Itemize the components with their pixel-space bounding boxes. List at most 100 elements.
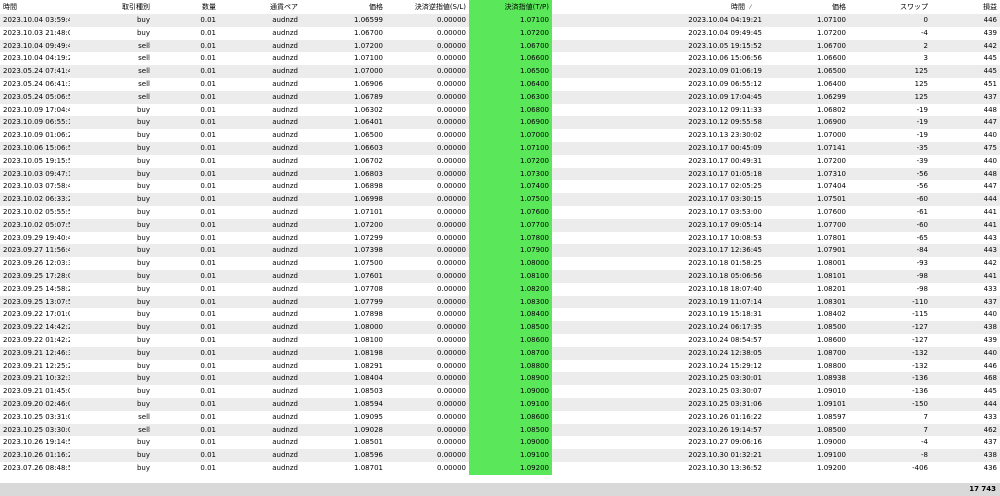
cell-open-time: 2023.10.03 21:48:04 [3,28,70,37]
cell-stop-loss: 0.00000 [437,207,466,216]
table-row[interactable]: 2023.10.26 19:14:58 buy 0.01 audnzd 1.08501 0… [0,436,1000,450]
col-profit[interactable]: 損益 [931,0,1000,14]
cell-open-price: 1.06599 [354,16,383,24]
table-row[interactable]: 2023.05.24 05:06:53 sell 0.01 audnzd 1.06789… [0,90,1000,104]
col-close-time[interactable]: 時間 ⁄ [552,0,765,14]
cell-profit: 433 [983,284,997,293]
table-row[interactable]: 2023.09.22 17:01:07 buy 0.01 audnzd 1.07898 0… [0,308,1000,322]
cell-swap: 3 [923,54,928,63]
table-row[interactable]: 2023.10.09 01:06:20 buy 0.01 audnzd 1.06500 0… [0,129,1000,142]
cell-close-price: 1.07200 [817,156,846,165]
table-row[interactable]: 2023.10.26 01:16:23 buy 0.01 audnzd 1.08596 0… [0,449,1000,462]
cell-volume: 0.01 [200,271,216,280]
table-row[interactable]: 2023.09.21 12:25:23 buy 0.01 audnzd 1.08291 0… [0,359,1000,373]
cell-volume: 0.01 [200,361,216,370]
cell-type: buy [136,220,150,229]
cell-volume: 0.01 [200,425,216,434]
cell-open-price: 1.06803 [354,169,383,178]
table-row[interactable]: 2023.09.21 12:46:39 buy 0.01 audnzd 1.08198 0… [0,346,1000,360]
table-row[interactable]: 2023.10.04 09:49:46 sell 0.01 audnzd 1.07200… [0,39,1000,53]
table-row[interactable]: 2023.10.05 19:15:53 buy 0.01 audnzd 1.06702 0… [0,154,1000,168]
col-close-price[interactable]: 価格 [765,0,849,14]
cell-symbol: audnzd [272,284,298,293]
col-take-profit[interactable]: 決済指値(T/P) [469,0,552,14]
table-row[interactable]: 2023.07.26 08:48:55 buy 0.01 audnzd 1.08701 0… [0,461,1000,475]
cell-type: buy [136,233,150,242]
table-row[interactable]: 2023.09.27 11:56:41 buy 0.01 audnzd 1.07398 0… [0,244,1000,258]
table-row[interactable]: 2023.10.03 09:47:16 buy 0.01 audnzd 1.06803 0… [0,167,1000,181]
cell-close-price: 1.06299 [817,92,846,101]
cell-open-time: 2023.10.09 06:55:13 [3,118,70,127]
table-row[interactable]: 2023.05.24 06:41:34 sell 0.01 audnzd 1.06906… [0,77,1000,91]
table-row[interactable]: 2023.09.25 13:07:58 buy 0.01 audnzd 1.07799 0… [0,295,1000,309]
table-row[interactable]: 2023.09.25 14:58:21 buy 0.01 audnzd 1.07708 0… [0,282,1000,296]
cell-close-time: 2023.10.17 10:08:53 [688,233,762,242]
cell-symbol: audnzd [272,220,298,229]
col-swap[interactable]: スワップ [849,0,931,14]
table-row[interactable]: 2023.10.04 04:19:22 sell 0.01 audnzd 1.07100… [0,52,1000,66]
table-row[interactable]: 2023.10.02 06:33:23 buy 0.01 audnzd 1.06998 0… [0,193,1000,206]
table-row[interactable]: 2023.10.03 21:48:04 buy 0.01 audnzd 1.06700 0… [0,26,1000,40]
cell-close-price: 1.08800 [817,361,846,370]
cell-open-price: 1.07100 [354,54,383,63]
table-row[interactable]: 2023.09.21 01:45:00 buy 0.01 audnzd 1.08503 0… [0,385,1000,398]
table-row[interactable]: 2023.10.02 05:07:55 buy 0.01 audnzd 1.07200 0… [0,218,1000,232]
cell-swap: -60 [916,220,928,229]
cell-symbol: audnzd [272,156,298,165]
cell-profit: 448 [983,169,997,178]
col-open-price[interactable]: 価格 [301,0,386,14]
table-row[interactable]: 2023.10.02 05:55:58 buy 0.01 audnzd 1.07101 0… [0,205,1000,219]
cell-swap: -127 [912,335,928,344]
cell-close-price: 1.08101 [817,271,846,280]
cell-take-profit: 1.06500 [469,65,552,78]
table-row[interactable]: 2023.10.06 15:06:57 buy 0.01 audnzd 1.06603 0… [0,141,1000,155]
trade-history-table: 時間 取引種別 数量 通貨ペア 価格 決済逆指値(S/L) 決済指値(T/P) … [0,0,1000,475]
col-symbol[interactable]: 通貨ペア [219,0,301,14]
table-row[interactable]: 2023.10.04 03:59:43 buy 0.01 audnzd 1.06599 0… [0,14,1000,27]
table-row[interactable]: 2023.10.03 07:58:40 buy 0.01 audnzd 1.06898 0… [0,180,1000,194]
table-row[interactable]: 2023.09.25 17:28:08 buy 0.01 audnzd 1.07601 0… [0,269,1000,283]
cell-stop-loss: 0.00000 [437,92,466,101]
cell-open-price: 1.07200 [354,41,383,50]
cell-profit: 468 [983,374,997,383]
cell-open-price: 1.07601 [354,271,383,280]
col-type[interactable]: 取引種別 [70,0,153,14]
table-row[interactable]: 2023.10.09 06:55:13 buy 0.01 audnzd 1.06401 0… [0,116,1000,130]
cell-close-price: 1.08201 [817,284,846,293]
cell-volume: 0.01 [200,67,216,76]
cell-type: buy [136,284,150,293]
cell-symbol: audnzd [272,348,298,357]
cell-open-price: 1.06898 [354,182,383,191]
cell-volume: 0.01 [200,259,216,268]
cell-take-profit: 1.06800 [469,103,552,117]
cell-swap: 125 [914,92,928,101]
cell-take-profit: 1.07000 [469,129,552,142]
cell-volume: 0.01 [200,412,216,421]
cell-swap: -19 [916,118,928,127]
table-row[interactable]: 2023.10.25 03:31:07 sell 0.01 audnzd 1.09095… [0,410,1000,424]
cell-open-price: 1.06401 [354,118,383,127]
table-row[interactable]: 2023.09.22 14:42:28 buy 0.01 audnzd 1.08000 0… [0,321,1000,334]
cell-close-time: 2023.10.12 09:11:33 [688,105,762,114]
table-row[interactable]: 2023.09.22 01:42:21 buy 0.01 audnzd 1.08100 0… [0,333,1000,347]
table-row[interactable]: 2023.09.26 12:03:32 buy 0.01 audnzd 1.07500 0… [0,257,1000,270]
cell-profit: 438 [983,451,997,460]
cell-swap: 7 [923,425,928,434]
table-row[interactable]: 2023.09.20 02:46:03 buy 0.01 audnzd 1.08594 0… [0,397,1000,411]
cell-type: buy [136,399,150,408]
cell-volume: 0.01 [200,182,216,191]
table-row[interactable]: 2023.10.25 03:30:08 sell 0.01 audnzd 1.09028… [0,423,1000,437]
cell-open-time: 2023.10.04 03:59:43 [3,16,70,24]
col-volume[interactable]: 数量 [153,0,219,14]
col-open-time[interactable]: 時間 [0,0,70,14]
cell-type: buy [136,156,150,165]
cell-close-price: 1.07100 [817,16,846,24]
table-row[interactable]: 2023.05.24 07:41:48 sell 0.01 audnzd 1.07000… [0,65,1000,78]
table-row[interactable]: 2023.09.29 19:40:41 buy 0.01 audnzd 1.07299 0… [0,231,1000,245]
table-row[interactable]: 2023.09.21 10:32:39 buy 0.01 audnzd 1.08404 0… [0,372,1000,386]
col-stop-loss[interactable]: 決済逆指値(S/L) [386,0,469,14]
cell-open-time: 2023.10.25 03:31:07 [3,412,70,421]
table-row[interactable]: 2023.10.09 17:04:46 buy 0.01 audnzd 1.06302 0… [0,103,1000,117]
cell-close-time: 2023.10.18 01:58:25 [688,259,762,268]
cell-close-price: 1.08500 [817,425,846,434]
